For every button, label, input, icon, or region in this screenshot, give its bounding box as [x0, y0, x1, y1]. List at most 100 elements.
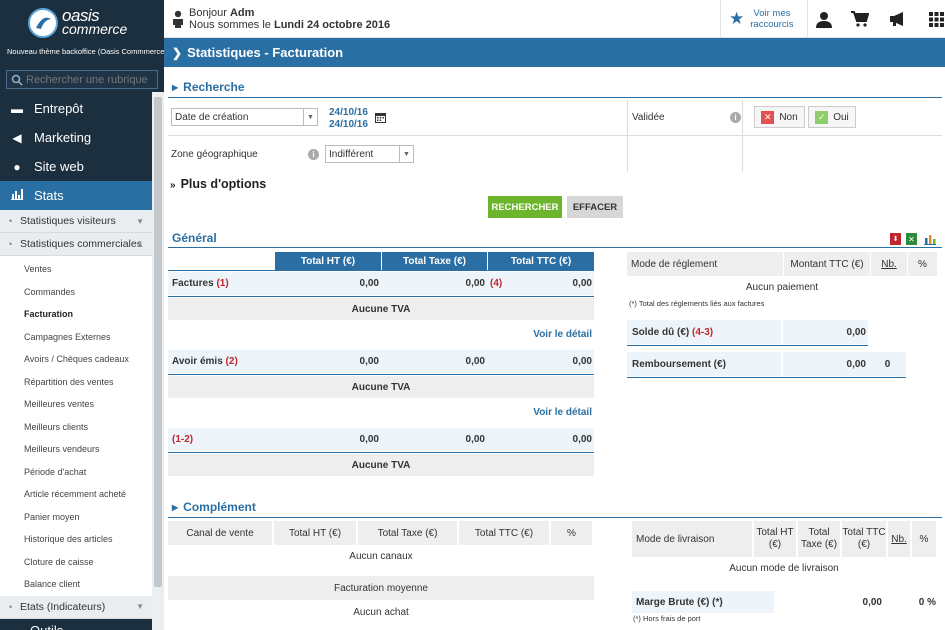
- sidebar-item-article-recent[interactable]: Article récemment acheté: [0, 483, 152, 506]
- shortcut-label-2: raccourcis: [750, 19, 794, 30]
- scrollbar-thumb[interactable]: [154, 97, 162, 587]
- voir-detail-link[interactable]: Voir le détail: [464, 403, 592, 421]
- submenu-etats[interactable]: Etats (Indicateurs) ▼: [0, 595, 152, 619]
- non-button[interactable]: ✕ Non: [754, 106, 805, 128]
- sidebar-item-repartition[interactable]: Répartition des ventes: [0, 371, 152, 394]
- nav-outils[interactable]: Outils: [0, 618, 152, 630]
- reglement-note: (*) Total des réglements liés aux factur…: [629, 298, 765, 308]
- remboursement-value: 0,00: [846, 358, 866, 370]
- col-header-taxe: Total Taxe (€): [377, 527, 438, 539]
- sidebar-item-facturation[interactable]: Facturation: [0, 303, 152, 326]
- pdf-icon[interactable]: ⬇: [890, 233, 901, 245]
- caret-right-icon: ▶: [172, 83, 179, 92]
- sidebar-item-meilleures-ventes[interactable]: Meilleures ventes: [0, 393, 152, 416]
- sidebar-scrollbar[interactable]: [152, 92, 164, 630]
- double-chevron-down-icon: »: [170, 180, 176, 191]
- voir-detail-link[interactable]: Voir le détail: [464, 325, 592, 343]
- apps-grid-icon[interactable]: [926, 9, 945, 29]
- submenu-label: Etats (Indicateurs): [20, 600, 106, 613]
- more-options-label: Plus d'options: [180, 177, 267, 191]
- sidebar-item-campagnes[interactable]: Campagnes Externes: [0, 326, 152, 349]
- divider: [168, 296, 594, 297]
- nav-stats[interactable]: Stats: [0, 181, 164, 210]
- sidebar-item-meilleurs-vendeurs[interactable]: Meilleurs vendeurs: [0, 438, 152, 461]
- main-content: ▶ Recherche Date de création ▼ 24/10/16 24/…: [164, 67, 945, 630]
- excel-icon[interactable]: ✕: [906, 233, 917, 245]
- megaphone-icon: ◀: [12, 130, 22, 145]
- info-icon[interactable]: i: [308, 149, 319, 160]
- account-icon[interactable]: [814, 9, 834, 29]
- avoir-ht: 0,00: [359, 356, 379, 367]
- remboursement-label: Remboursement (€): [632, 358, 726, 370]
- factures-ht: 0,00: [359, 278, 379, 289]
- validee-label: Validée: [632, 112, 665, 123]
- nav-site-web[interactable]: ● Site web: [0, 152, 164, 181]
- col-header-ht: Total HT (€): [288, 527, 342, 539]
- avoir-label: Avoir émis (2): [172, 356, 238, 367]
- remboursement-nb: 0: [884, 358, 891, 370]
- sidebar-item-panier-moyen[interactable]: Panier moyen: [0, 506, 152, 529]
- diff-label: (1-2): [172, 434, 194, 445]
- divider: [627, 345, 868, 346]
- aucun-mode-livraison: Aucun mode de livraison: [729, 562, 839, 574]
- avoir-taxe: 0,00: [465, 356, 485, 367]
- calendar-icon[interactable]: [375, 112, 386, 126]
- col-header-taxe: Total Taxe (€): [382, 252, 487, 270]
- section-complement[interactable]: ▶ Complément: [172, 500, 256, 514]
- sidebar-item-periode-achat[interactable]: Période d'achat: [0, 461, 152, 484]
- nav-entrepot[interactable]: ▬ Entrepôt: [0, 94, 164, 123]
- sidebar-item-meilleurs-clients[interactable]: Meilleurs clients: [0, 416, 152, 439]
- nav-marketing[interactable]: ◀ Marketing: [0, 123, 164, 152]
- hors-frais-note: (*) Hors frais de port: [633, 613, 701, 623]
- cart-icon[interactable]: [850, 9, 870, 29]
- sidebar-item-historique[interactable]: Historique des articles: [0, 528, 152, 551]
- date-to: 24/10/16: [329, 119, 368, 130]
- date-prefix: Nous sommes le: [189, 19, 271, 31]
- col-header-nb[interactable]: Nb.: [871, 252, 907, 276]
- sidebar-item-avoirs[interactable]: Avoirs / Chèques cadeaux: [0, 348, 152, 371]
- submenu-label: Statistiques commerciales: [20, 238, 142, 250]
- col-header-nb[interactable]: Nb.: [888, 521, 910, 557]
- col-header-ttc: Total TTC (€): [488, 252, 594, 270]
- diff-ht: 0,00: [359, 434, 379, 445]
- col-header-mode-livraison: Mode de livraison: [636, 533, 715, 545]
- shortcuts-button[interactable]: ★ Voir mes raccourcis: [720, 0, 808, 38]
- greeting-text: Bonjour: [189, 7, 227, 19]
- sidebar-item-balance[interactable]: Balance client: [0, 573, 152, 596]
- page-title-bar: ❯ Statistiques - Facturation: [164, 38, 945, 67]
- caret-right-icon: ▶: [172, 503, 179, 512]
- megaphone-icon[interactable]: [888, 9, 908, 29]
- zone-select[interactable]: Indifférent ▼: [325, 145, 414, 163]
- oui-button[interactable]: ✓ Oui: [808, 106, 856, 128]
- more-options-toggle[interactable]: » Plus d'options: [170, 177, 266, 191]
- nav-label: Site web: [34, 159, 84, 174]
- info-icon[interactable]: i: [730, 112, 741, 123]
- sidebar-search[interactable]: [6, 70, 158, 89]
- chart-icon[interactable]: [924, 233, 936, 248]
- sidebar-item-cloture[interactable]: Cloture de caisse: [0, 551, 152, 574]
- clear-button[interactable]: EFFACER: [567, 196, 623, 218]
- shortcut-label: Voir mes: [753, 8, 791, 19]
- marge-label: Marge Brute (€) (*): [636, 596, 723, 608]
- page-title: Statistiques - Facturation: [187, 45, 344, 60]
- factures-taxe: 0,00: [465, 278, 485, 289]
- search-button[interactable]: RECHERCHER: [488, 196, 562, 218]
- logo[interactable]: oasis commerce Nouveau thème backoffice …: [0, 0, 164, 68]
- factures-ttc: 0,00: [572, 278, 592, 289]
- nav-label: Marketing: [34, 130, 92, 145]
- divider: [168, 374, 594, 375]
- submenu-statistiques-commerciales[interactable]: Statistiques commerciales▲: [0, 233, 152, 256]
- search-input[interactable]: [26, 73, 156, 86]
- user-icon: [173, 10, 183, 28]
- submenu-statistiques-visiteurs[interactable]: Statistiques visiteurs ▼: [0, 210, 152, 233]
- sidebar-item-commandes[interactable]: Commandes: [0, 281, 152, 304]
- date-range[interactable]: 24/10/16 24/10/16: [329, 107, 368, 131]
- divider: [168, 270, 594, 271]
- date-type-select[interactable]: Date de création ▼: [171, 108, 318, 126]
- divider: [742, 100, 743, 172]
- aucune-tva: Aucune TVA: [351, 303, 411, 315]
- sidebar-item-ventes[interactable]: Ventes: [0, 258, 152, 281]
- diff-taxe: 0,00: [465, 434, 485, 445]
- section-recherche[interactable]: ▶ Recherche: [172, 80, 245, 94]
- bar-chart-icon: [8, 188, 26, 203]
